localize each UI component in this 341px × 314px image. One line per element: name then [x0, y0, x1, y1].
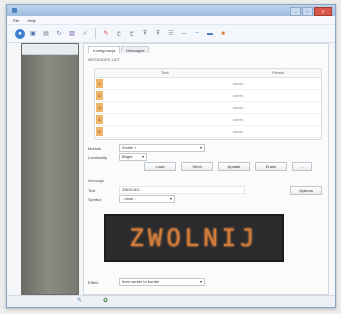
menu-bar: File Help	[7, 16, 335, 25]
title-bar: – □ ✕	[7, 5, 335, 16]
row-number: 5	[96, 127, 103, 136]
tab-bar: Konfiguracja Messages	[84, 44, 328, 53]
menu-file[interactable]: File	[13, 18, 19, 23]
text-row: Text ZWOLNIJ	[88, 186, 245, 194]
table-row[interactable]: 2 name -	[95, 90, 321, 102]
chevron-down-icon: ▾	[169, 196, 172, 201]
refresh-icon[interactable]: ↻	[54, 29, 64, 39]
app-window: – □ ✕ File Help ● ▣ ▤ ↻ ▨ ✓ ✎ Ꞇ Ꞇ Ŧ Ŧ ☰ …	[6, 4, 336, 308]
symbol-select[interactable]: - none - ▾	[119, 195, 175, 203]
text4-icon[interactable]: Ŧ	[153, 29, 163, 39]
maximize-button[interactable]: □	[302, 7, 313, 16]
text2-icon[interactable]: Ꞇ	[127, 29, 137, 39]
menu-help[interactable]: Help	[27, 18, 35, 23]
send-button[interactable]: Send	[181, 162, 213, 171]
window-controls: – □ ✕	[290, 7, 332, 16]
print-icon[interactable]: ▤	[41, 29, 51, 39]
paint-icon[interactable]: ✎	[101, 29, 111, 39]
header-preset: Preset	[272, 70, 284, 75]
copy-icon[interactable]: ▬	[205, 29, 215, 39]
chevron-down-icon: ▾	[141, 154, 144, 159]
symbol-label: Symbol	[88, 196, 102, 202]
options-button[interactable]: Options	[290, 186, 322, 195]
message-section-title: Message	[88, 178, 105, 183]
text-value: ZWOLNIJ	[122, 187, 140, 192]
chevron-down-icon: ▾	[199, 145, 202, 150]
symbol-value: - none -	[122, 196, 136, 201]
open-icon[interactable]: ●	[15, 28, 25, 39]
luminosity-row: Luminosity Bright ▾	[88, 153, 147, 161]
effect-row: Effect from center to border ▾	[88, 278, 205, 286]
header-text: Text	[161, 70, 169, 75]
table-row[interactable]: 3 name -	[95, 102, 321, 114]
text-icon[interactable]: Ꞇ	[114, 29, 124, 39]
side-panel-header	[22, 44, 78, 55]
text3-icon[interactable]: Ŧ	[140, 29, 150, 39]
update-button[interactable]: Update	[218, 162, 250, 171]
action-buttons: Load Send Update Erase ...	[144, 162, 312, 171]
led-preview-text: ZWOLNIJ	[129, 224, 259, 252]
more-button[interactable]: ...	[292, 162, 312, 171]
module-select[interactable]: Zvolte + ▾	[119, 144, 205, 152]
pencil-icon[interactable]: ✎	[77, 298, 83, 304]
table-row[interactable]: 1 name -	[95, 78, 321, 90]
cut-icon[interactable]: ⎯	[192, 29, 202, 39]
app-icon	[12, 8, 17, 13]
toolbar-separator	[95, 28, 96, 39]
toolbar: ● ▣ ▤ ↻ ▨ ✓ ✎ Ꞇ Ꞇ Ŧ Ŧ ☰ ― ⎯ ▬ ■	[7, 25, 335, 43]
module-value: Zvolte +	[122, 145, 137, 150]
load-button[interactable]: Load	[144, 162, 176, 171]
grid-header: Text Preset	[95, 69, 321, 78]
tab-configuration[interactable]: Konfiguracja	[88, 46, 121, 53]
status-bar: ✎ ✿	[7, 295, 335, 307]
main-panel: Konfiguracja Messages MESSAGES LIST Text…	[83, 43, 329, 295]
row-number: 4	[96, 115, 103, 124]
row-name: name -	[233, 81, 246, 86]
effect-value: from center to border	[122, 279, 160, 284]
close-button[interactable]: ✕	[314, 7, 332, 16]
row-number: 1	[96, 79, 103, 88]
erase-button[interactable]: Erase	[255, 162, 287, 171]
leaf-icon[interactable]: ✿	[103, 298, 109, 304]
module-row: Module Zvolte + ▾	[88, 144, 205, 152]
module-label: Module	[88, 145, 102, 151]
messages-grid: Text Preset 1 name - 2 name - 3 name - 4	[94, 68, 322, 140]
side-panel	[21, 43, 79, 295]
effect-label: Effect	[88, 279, 99, 285]
row-name: name -	[233, 117, 246, 122]
row-number: 3	[96, 103, 103, 112]
row-name: name -	[233, 105, 246, 110]
tab-messages[interactable]: Messages	[121, 46, 150, 53]
luminosity-label: Luminosity	[88, 154, 108, 160]
check-icon[interactable]: ✓	[80, 29, 90, 39]
chevron-down-icon: ▾	[199, 279, 202, 284]
table-row[interactable]: 4 name -	[95, 114, 321, 126]
row-name: name -	[233, 93, 246, 98]
minimize-button[interactable]: –	[290, 7, 301, 16]
table-row[interactable]: 5 name	[95, 126, 321, 138]
row-number: 2	[96, 91, 103, 100]
text-label: Text	[88, 187, 96, 193]
luminosity-value: Bright	[122, 154, 133, 159]
symbol-row: Symbol - none - ▾	[88, 195, 175, 203]
text-input[interactable]: ZWOLNIJ	[119, 186, 245, 194]
effect-select[interactable]: from center to border ▾	[119, 278, 205, 286]
row-name: name	[233, 129, 244, 134]
chart-icon[interactable]: ☰	[166, 29, 176, 39]
palette-icon[interactable]: ■	[218, 29, 228, 39]
luminosity-select[interactable]: Bright ▾	[119, 153, 147, 161]
save-icon[interactable]: ▣	[28, 29, 38, 39]
image-icon[interactable]: ▨	[67, 29, 77, 39]
led-preview: ZWOLNIJ	[104, 214, 284, 262]
messages-list-title: MESSAGES LIST	[88, 57, 121, 62]
line-icon[interactable]: ―	[179, 29, 189, 39]
